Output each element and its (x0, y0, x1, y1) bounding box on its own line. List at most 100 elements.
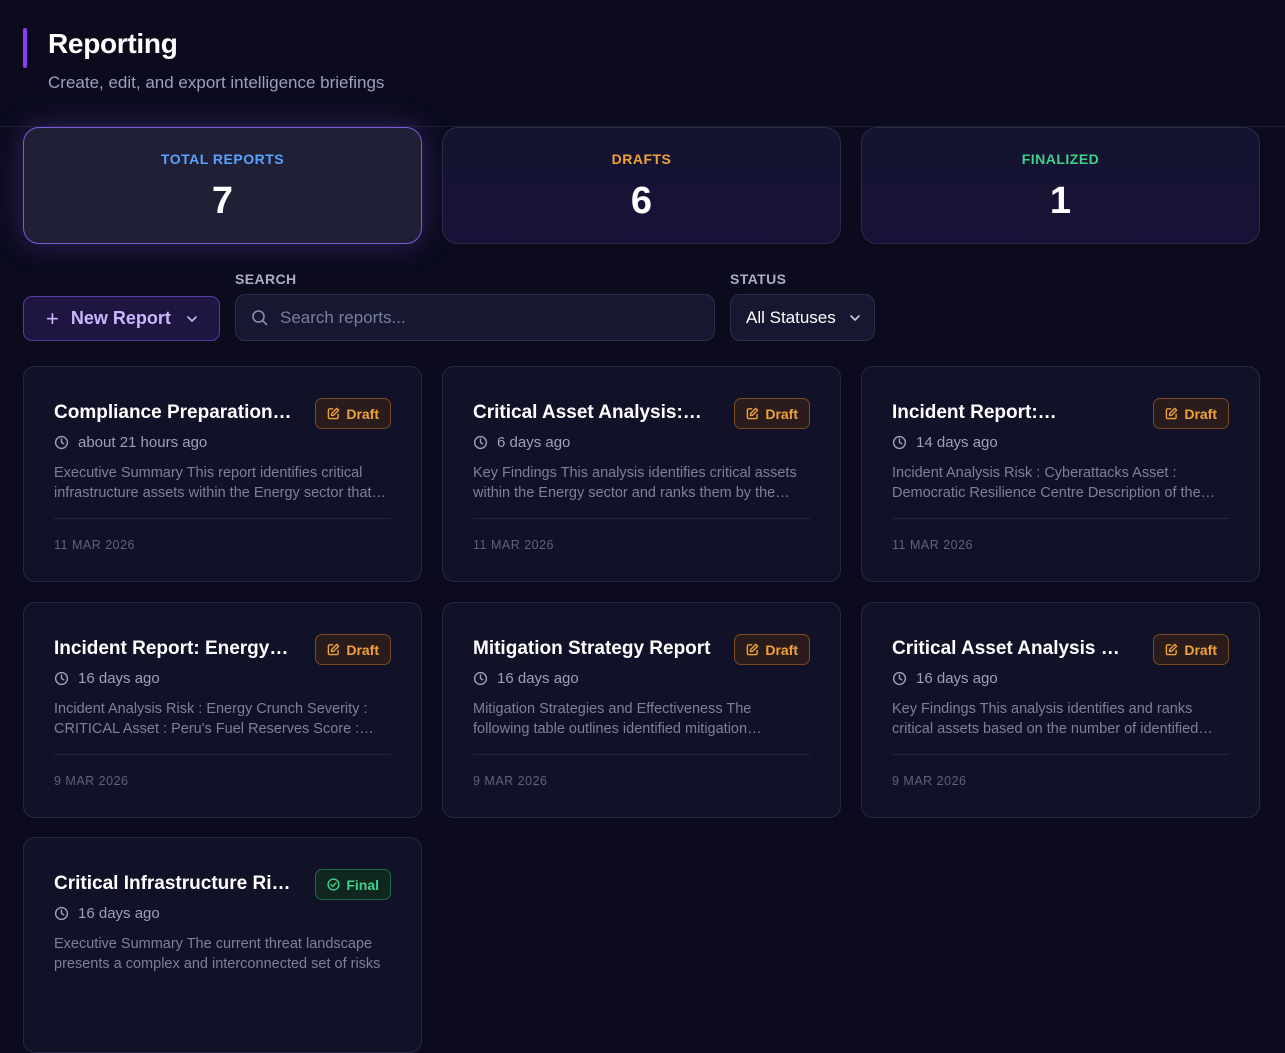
clock-icon (892, 435, 907, 450)
status-badge-label: Draft (1184, 641, 1217, 658)
page-title: Reporting (48, 28, 178, 59)
edit-icon (1166, 643, 1178, 656)
card-divider (473, 518, 810, 519)
report-excerpt: Executive Summary The current threat lan… (54, 936, 381, 972)
report-date: 11 MAR 2026 (54, 538, 136, 552)
search-box[interactable] (235, 294, 715, 341)
report-excerpt: Key Findings This analysis identifies cr… (473, 465, 797, 501)
status-badge-label: Draft (346, 405, 379, 422)
card-divider (892, 518, 1229, 519)
status-badge: Draft (734, 634, 810, 665)
stat-value: 7 (211, 180, 234, 222)
clock-icon (54, 435, 69, 450)
report-card[interactable]: Compliance Preparation… Draft about 21 hou… (23, 366, 422, 582)
report-time-label: 14 days ago (916, 434, 998, 451)
page-subtitle: Create, edit, and export intelligence br… (48, 73, 385, 92)
report-time: 16 days ago (473, 670, 579, 687)
stat-card-total-reports[interactable]: TOTAL REPORTS 7 (23, 127, 422, 244)
page-header: Reporting Create, edit, and export intel… (0, 0, 1285, 127)
report-excerpt: Executive Summary This report identifies… (54, 465, 372, 501)
card-divider (892, 754, 1229, 755)
report-card[interactable]: Mitigation Strategy Report Draft 16 days a… (442, 602, 841, 818)
edit-icon (328, 407, 340, 420)
report-time: 16 days ago (54, 905, 160, 922)
stat-label: TOTAL REPORTS (160, 151, 285, 167)
report-date: 9 MAR 2026 (473, 774, 548, 788)
header-accent-bar (23, 28, 27, 68)
stat-value: 6 (630, 180, 653, 222)
clock-icon (473, 671, 488, 686)
report-date: 9 MAR 2026 (54, 774, 129, 788)
report-time-label: 16 days ago (78, 905, 160, 922)
report-date: 9 MAR 2026 (892, 774, 967, 788)
status-badge: Draft (315, 398, 391, 429)
report-time: 14 days ago (892, 434, 998, 451)
clock-icon (892, 671, 907, 686)
edit-icon (747, 407, 759, 420)
report-time: 16 days ago (892, 670, 998, 687)
search-input[interactable] (280, 307, 680, 328)
report-title: Mitigation Strategy Report (473, 638, 711, 659)
stat-label: FINALIZED (1021, 151, 1100, 167)
status-badge-label: Draft (765, 641, 798, 658)
new-report-button[interactable]: + New Report (23, 296, 220, 341)
chevron-down-icon (849, 314, 860, 321)
status-select[interactable]: All Statuses (730, 294, 875, 341)
report-title: Compliance Preparation… (54, 402, 292, 423)
status-badge: Final (315, 869, 391, 900)
search-icon (252, 309, 268, 325)
clock-icon (54, 906, 69, 921)
report-time-label: about 21 hours ago (78, 434, 208, 451)
search-label: SEARCH (235, 271, 297, 287)
report-time-label: 16 days ago (916, 670, 998, 687)
edit-icon (328, 643, 340, 656)
check-circle-icon (327, 878, 340, 891)
report-time-label: 6 days ago (497, 434, 571, 451)
report-excerpt: Key Findings This analysis identifies an… (892, 701, 1199, 737)
card-divider (54, 518, 391, 519)
report-excerpt: Incident Analysis Risk : Energy Crunch S… (54, 701, 368, 737)
status-badge: Draft (734, 398, 810, 429)
report-title: Critical Asset Analysis Report (892, 638, 1132, 659)
report-card[interactable]: Critical Asset Analysis Report Draft 16 da… (861, 602, 1260, 818)
report-excerpt: Incident Analysis Risk : Cyberattacks As… (892, 465, 1201, 501)
report-title: Incident Report: Energy… (54, 638, 289, 659)
report-time: 16 days ago (54, 670, 160, 687)
status-badge-label: Draft (1184, 405, 1217, 422)
report-time: 6 days ago (473, 434, 570, 451)
report-excerpt: Mitigation Strategies and Effectiveness … (473, 701, 752, 737)
status-badge-label: Final (346, 876, 379, 893)
stat-card-drafts[interactable]: DRAFTS 6 (442, 127, 841, 244)
stat-value: 1 (1049, 180, 1072, 222)
card-divider (473, 754, 810, 755)
report-title: Incident Report:… (892, 402, 1057, 423)
report-time: about 21 hours ago (54, 434, 207, 451)
status-badge: Draft (1153, 634, 1229, 665)
status-badge-label: Draft (346, 641, 379, 658)
report-date: 11 MAR 2026 (473, 538, 555, 552)
report-card[interactable]: Critical Asset Analysis:… Draft 6 days ago… (442, 366, 841, 582)
status-badge-label: Draft (765, 405, 798, 422)
clock-icon (473, 435, 488, 450)
card-divider (54, 754, 391, 755)
status-select-value: All Statuses (746, 307, 836, 327)
edit-icon (1166, 407, 1178, 420)
plus-icon: + (46, 305, 59, 331)
clock-icon (54, 671, 69, 686)
report-card[interactable]: Incident Report:… Draft 14 days ago Inciden… (861, 366, 1260, 582)
stat-label: DRAFTS (611, 151, 672, 167)
report-card[interactable]: Critical Infrastructure Risk… Final 16 day… (23, 837, 422, 1053)
status-badge: Draft (315, 634, 391, 665)
report-card[interactable]: Incident Report: Energy… Draft 16 days ago… (23, 602, 422, 818)
report-title: Critical Asset Analysis:… (473, 402, 702, 423)
edit-icon (747, 643, 759, 656)
report-title: Critical Infrastructure Risk… (54, 873, 294, 894)
chevron-down-icon (187, 315, 197, 322)
new-report-label: New Report (70, 308, 171, 328)
status-badge: Draft (1153, 398, 1229, 429)
report-time-label: 16 days ago (78, 670, 160, 687)
status-label: STATUS (730, 271, 787, 287)
report-time-label: 16 days ago (497, 670, 579, 687)
stat-card-finalized[interactable]: FINALIZED 1 (861, 127, 1260, 244)
report-date: 11 MAR 2026 (892, 538, 974, 552)
